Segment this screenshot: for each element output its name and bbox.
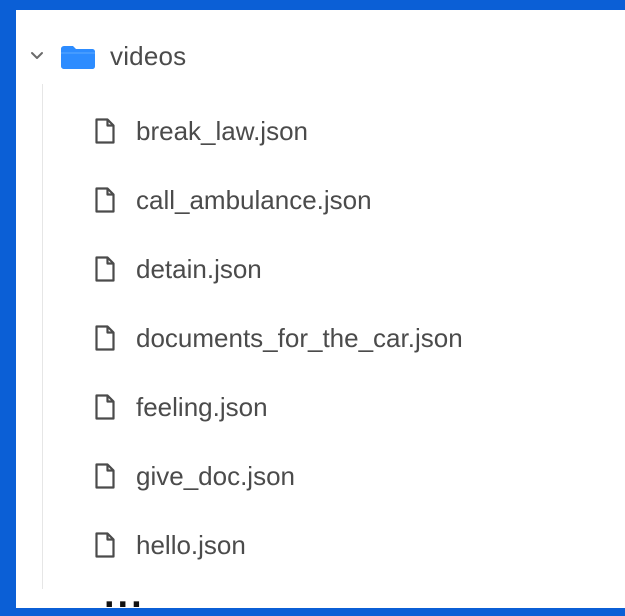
file-icon: [94, 255, 116, 283]
file-label: break_law.json: [136, 115, 308, 146]
file-item[interactable]: break_law.json: [94, 96, 463, 165]
file-item[interactable]: detain.json: [94, 234, 463, 303]
file-item[interactable]: documents_for_the_car.json: [94, 303, 463, 372]
file-icon: [94, 531, 116, 559]
file-label: hello.json: [136, 529, 246, 560]
file-explorer-panel: videos break_law.json call_ambulance.jso…: [16, 10, 625, 614]
folder-icon: [58, 41, 98, 71]
file-label: call_ambulance.json: [136, 184, 372, 215]
folder-row-videos[interactable]: videos: [28, 34, 186, 78]
file-label: give_doc.json: [136, 460, 295, 491]
file-icon: [94, 186, 116, 214]
file-icon: [94, 393, 116, 421]
chevron-down-icon[interactable]: [28, 47, 46, 65]
more-indicator: ...: [104, 574, 145, 616]
file-icon: [94, 117, 116, 145]
file-item[interactable]: hello.json: [94, 510, 463, 579]
window-frame: videos break_law.json call_ambulance.jso…: [0, 0, 625, 614]
file-item[interactable]: give_doc.json: [94, 441, 463, 510]
file-item[interactable]: feeling.json: [94, 372, 463, 441]
file-label: feeling.json: [136, 391, 268, 422]
tree-guide-line: [42, 84, 43, 589]
file-list: break_law.json call_ambulance.json detai…: [94, 96, 463, 579]
file-label: detain.json: [136, 253, 262, 284]
folder-label: videos: [110, 40, 187, 71]
file-item[interactable]: call_ambulance.json: [94, 165, 463, 234]
file-icon: [94, 462, 116, 490]
file-label: documents_for_the_car.json: [136, 322, 463, 353]
file-icon: [94, 324, 116, 352]
